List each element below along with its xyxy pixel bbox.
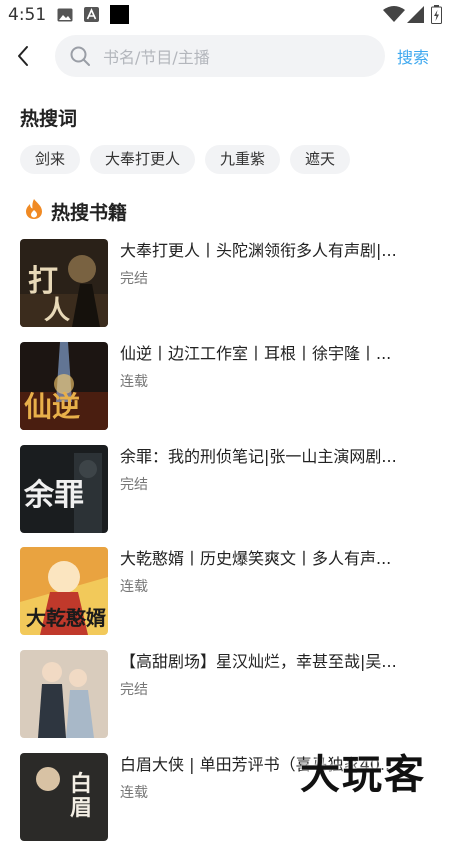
black-square-icon [110, 5, 129, 28]
book-status: 完结 [120, 271, 148, 287]
svg-text:打: 打 [28, 264, 58, 299]
svg-text:大乾憨婿: 大乾憨婿 [26, 606, 106, 630]
book-item[interactable]: 打 人 大奉打更人丨头陀渊领衔多人有声剧|... 完结 [20, 239, 430, 327]
book-status: 完结 [120, 477, 148, 493]
search-button[interactable]: 搜索 [397, 44, 429, 68]
hot-books-title: 热搜书籍 [51, 202, 128, 224]
book-item[interactable]: 【高甜剧场】星汉灿烂，幸甚至哉|吴... 完结 [20, 650, 430, 738]
book-title: 大乾憨婿丨历史爆笑爽文丨多人有声... [120, 549, 392, 568]
signal-icon [407, 6, 424, 27]
hot-words-title: 热搜词 [20, 108, 78, 130]
book-cover [20, 650, 108, 738]
hot-word-tag[interactable]: 遮天 [290, 145, 351, 174]
book-cover: 大乾憨婿 [20, 547, 108, 635]
hot-word-tag[interactable]: 剑来 [20, 145, 81, 174]
book-title: 【高甜剧场】星汉灿烂，幸甚至哉|吴... [120, 652, 397, 671]
book-title: 大奉打更人丨头陀渊领衔多人有声剧|... [120, 241, 397, 260]
book-item[interactable]: 仙逆 仙逆丨边江工作室丨耳根丨徐宇隆丨... 连载 [20, 342, 430, 430]
book-cover: 仙逆 [20, 342, 108, 430]
wifi-icon [383, 6, 405, 27]
svg-text:仙逆: 仙逆 [24, 390, 80, 423]
book-status: 完结 [120, 682, 148, 698]
svg-text:余罪: 余罪 [23, 478, 84, 513]
image-icon [57, 7, 73, 26]
hot-words-tags: 剑来 大奉打更人 九重紫 遮天 [20, 145, 351, 174]
search-box[interactable] [55, 35, 385, 79]
book-status: 连载 [120, 785, 148, 801]
status-bar: 4:51 [0, 0, 450, 30]
book-title: 仙逆丨边江工作室丨耳根丨徐宇隆丨... [120, 344, 392, 363]
chevron-left-icon [18, 46, 28, 66]
book-item[interactable]: 余罪 余罪：我的刑侦笔记|张一山主演网剧... 完结 [20, 445, 430, 533]
book-title: 余罪：我的刑侦笔记|张一山主演网剧... [120, 447, 397, 466]
book-cover: 白 眉 [20, 753, 108, 841]
search-icon [69, 45, 91, 71]
book-status: 连载 [120, 579, 148, 595]
back-button[interactable] [10, 40, 40, 72]
search-input[interactable] [101, 35, 375, 79]
svg-text:眉: 眉 [70, 795, 92, 821]
battery-icon [431, 5, 442, 28]
book-status: 连载 [120, 374, 148, 390]
status-time: 4:51 [8, 5, 47, 25]
a-icon [84, 7, 99, 26]
fire-icon [25, 199, 43, 223]
svg-text:人: 人 [44, 296, 70, 326]
book-item[interactable]: 大乾憨婿 大乾憨婿丨历史爆笑爽文丨多人有声... 连载 [20, 547, 430, 635]
book-cover: 打 人 [20, 239, 108, 327]
hot-word-tag[interactable]: 九重紫 [205, 145, 281, 174]
hot-word-tag[interactable]: 大奉打更人 [90, 145, 196, 174]
book-cover: 余罪 [20, 445, 108, 533]
svg-text:白: 白 [70, 771, 92, 797]
watermark: 大玩客 [300, 752, 426, 798]
